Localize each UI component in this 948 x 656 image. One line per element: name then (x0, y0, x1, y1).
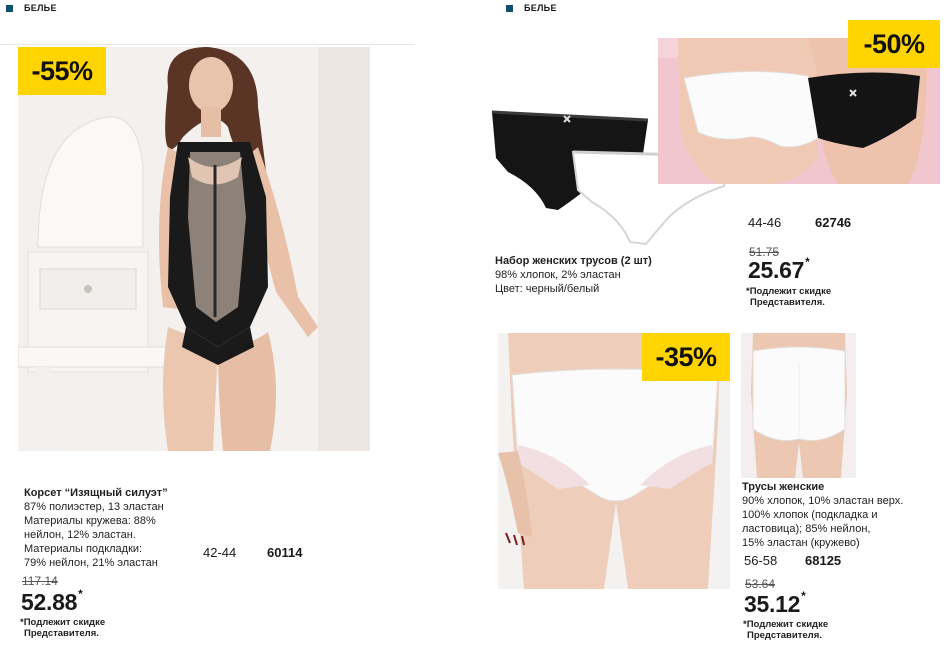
price-asterisk: * (78, 587, 83, 601)
discount-note: *Подлежит скидке Представителя. (20, 617, 105, 639)
material-line: нейлон, 12% эластан. (24, 529, 136, 541)
note-line: *Подлежит скидке (20, 617, 106, 628)
discount-note: *Подлежит скидке Представителя. (743, 619, 828, 641)
section-bullet-icon (506, 4, 513, 12)
material-line: 98% хлопок, 2% эластан (495, 269, 621, 281)
price-value: 25.67 (748, 257, 805, 283)
old-price: 117.14 (22, 574, 58, 588)
product-description: Трусы женские 90% хлопок, 10% эластан ве… (742, 480, 942, 550)
note-line: Представителя. (24, 628, 99, 639)
product-size: 56-58 (744, 553, 778, 568)
price-value: 52.88 (21, 589, 78, 615)
corset-photo (18, 47, 370, 451)
product-code: 60114 (267, 545, 303, 560)
product-title: Трусы женские (742, 481, 825, 493)
note-line: *Подлежит скидке (743, 619, 829, 630)
note-line: Представителя. (747, 630, 822, 641)
product-code: 62746 (815, 215, 852, 230)
price-value: 35.12 (744, 591, 801, 617)
section-title: БЕЛЬЕ (24, 3, 57, 13)
note-line: *Подлежит скидке (746, 286, 832, 297)
discount-badge: -35% (642, 333, 730, 381)
product-size: 42-44 (203, 545, 237, 560)
product-size: 44-46 (748, 215, 782, 230)
discount-badge: -50% (848, 20, 940, 68)
product-title: Корсет “Изящный силуэт” (24, 487, 168, 499)
price: 52.88* (21, 587, 83, 616)
price-asterisk: * (801, 589, 806, 603)
material-line: Материалы подкладки: (24, 543, 143, 555)
briefs-back-photo (741, 333, 856, 478)
price: 25.67* (748, 255, 810, 284)
product-description: Набор женских трусов (2 шт) 98% хлопок, … (495, 254, 695, 296)
material-line: 100% хлопок (подкладка и (742, 509, 878, 521)
product-title: Набор женских трусов (2 шт) (495, 255, 652, 267)
section-title: БЕЛЬЕ (524, 3, 557, 13)
discount-note: *Подлежит скидке Представителя. (746, 286, 831, 308)
product-code: 68125 (805, 553, 842, 568)
material-line: 87% полиэстер, 13 эластан (24, 501, 164, 513)
header-divider (0, 44, 415, 45)
note-line: Представителя. (750, 297, 825, 308)
material-line: Цвет: черный/белый (495, 283, 600, 295)
material-line: 79% нейлон, 21% эластан (24, 557, 158, 569)
price: 35.12* (744, 589, 806, 618)
section-bullet-icon (6, 4, 13, 12)
product-description: Корсет “Изящный силуэт” 87% полиэстер, 1… (24, 486, 204, 570)
section-header-left: БЕЛЬЕ (6, 3, 57, 13)
old-price: 53.64 (745, 577, 776, 591)
discount-badge: -55% (18, 47, 106, 95)
price-asterisk: * (805, 255, 810, 269)
material-line: Материалы кружева: 88% (24, 515, 156, 527)
material-line: 15% эластан (кружево) (742, 537, 860, 549)
material-line: ластовица); 85% нейлон, (742, 523, 871, 535)
material-line: 90% хлопок, 10% эластан верх. (742, 495, 904, 507)
section-header-right: БЕЛЬЕ (506, 3, 557, 13)
